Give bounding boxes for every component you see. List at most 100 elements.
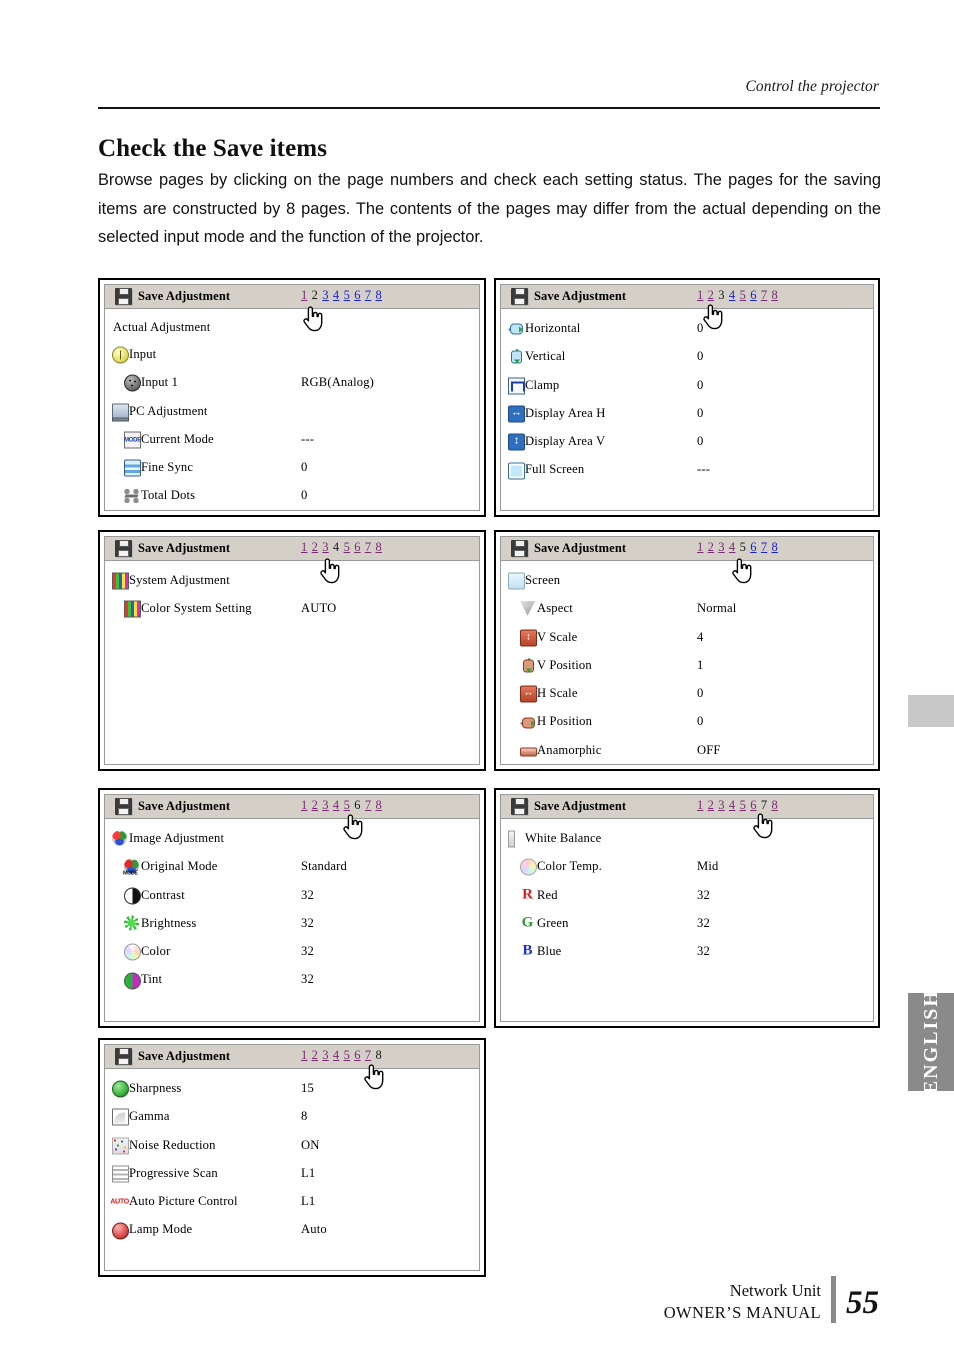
pager-link-5[interactable]: 5 xyxy=(740,288,746,302)
setting-value: OFF xyxy=(697,742,721,757)
pager-link-2[interactable]: 2 xyxy=(312,798,318,812)
pager-link-1[interactable]: 1 xyxy=(697,540,703,554)
setting-label: Display Area H xyxy=(525,405,606,420)
pager-link-4[interactable]: 4 xyxy=(333,1048,339,1062)
settings-list: Sharpness 15 Gamma 8 Noise Reduction ON Progre… xyxy=(105,1069,479,1244)
pager-link-6[interactable]: 6 xyxy=(750,540,756,554)
pager-link-1[interactable]: 1 xyxy=(301,798,307,812)
panel-header: Save Adjustment 1 2 3 4 5 6 7 8 xyxy=(501,285,873,309)
setting-label: Screen xyxy=(525,573,561,587)
pager-link-6[interactable]: 6 xyxy=(750,798,756,812)
brightness-icon xyxy=(124,915,139,931)
pager-link-1[interactable]: 1 xyxy=(301,288,307,302)
pager-link-4[interactable]: 4 xyxy=(729,288,735,302)
setting-value: Normal xyxy=(697,601,737,616)
setting-label: V Position xyxy=(537,657,592,672)
setting-label: White Balance xyxy=(525,831,602,845)
panel-body: Save Adjustment 1 2 3 4 5 6 7 8 Sharpness 15 Gamma 8… xyxy=(104,1044,480,1271)
pager-link-5[interactable]: 5 xyxy=(344,798,350,812)
setting-row: Image Adjustment xyxy=(105,824,479,852)
red-letter-icon: R xyxy=(522,886,533,903)
setting-label: Brightness xyxy=(141,915,197,930)
pager-link-7[interactable]: 7 xyxy=(761,288,767,302)
setting-label: Current Mode xyxy=(141,431,214,446)
pager-link-5[interactable]: 5 xyxy=(740,798,746,812)
mode-icon: MODE xyxy=(124,431,141,449)
pager-link-3[interactable]: 3 xyxy=(322,288,328,302)
setting-label: Clamp xyxy=(525,377,560,392)
panel-page-5: Save Adjustment 1 2 3 4 5 6 7 8 Screen Aspect Norma… xyxy=(494,530,880,771)
panel-page-2: Save Adjustment 1 2 3 4 5 6 7 8 Actual Adjustment… xyxy=(98,278,486,517)
setting-row: Progressive Scan L1 xyxy=(105,1159,479,1187)
pager-link-5[interactable]: 5 xyxy=(344,540,350,554)
setting-value: 0 xyxy=(697,321,704,335)
setting-label: Input xyxy=(129,347,157,361)
pager-link-3[interactable]: 3 xyxy=(322,540,328,554)
pager-link-7[interactable]: 7 xyxy=(365,540,371,554)
setting-value: 32 xyxy=(301,887,314,902)
pager-link-1[interactable]: 1 xyxy=(697,798,703,812)
pager-link-1[interactable]: 1 xyxy=(301,1048,307,1062)
aspect-icon xyxy=(520,600,535,616)
pager-link-5[interactable]: 5 xyxy=(344,288,350,302)
screen-icon xyxy=(508,572,525,590)
noise-reduction-icon xyxy=(112,1137,129,1155)
display-area-h-icon xyxy=(508,405,525,423)
panel-page-3: Save Adjustment 1 2 3 4 5 6 7 8 Horizontal 0 Vertic… xyxy=(494,278,880,517)
pager-link-8[interactable]: 8 xyxy=(771,288,777,302)
clamp-icon xyxy=(508,377,525,395)
setting-value: 32 xyxy=(697,915,710,930)
setting-row: Clamp 0 xyxy=(501,371,873,399)
display-area-v-icon xyxy=(508,433,525,451)
progressive-scan-icon xyxy=(112,1165,129,1183)
pager-link-2[interactable]: 2 xyxy=(312,1048,318,1062)
pager-link-6[interactable]: 6 xyxy=(750,288,756,302)
pager-link-3[interactable]: 3 xyxy=(322,798,328,812)
pager-link-3[interactable]: 3 xyxy=(322,1048,328,1062)
pager-link-3[interactable]: 3 xyxy=(718,798,724,812)
pager-link-8[interactable]: 8 xyxy=(375,540,381,554)
setting-row: Display Area V 0 xyxy=(501,427,873,455)
pager-link-1[interactable]: 1 xyxy=(697,288,703,302)
pager-link-8[interactable]: 8 xyxy=(375,288,381,302)
pager-link-4[interactable]: 4 xyxy=(333,798,339,812)
intro-paragraph: Browse pages by clicking on the page num… xyxy=(98,171,881,246)
v-position-icon xyxy=(520,657,535,673)
pager-link-6[interactable]: 6 xyxy=(354,540,360,554)
panel-header: Save Adjustment 1 2 3 4 5 6 7 8 xyxy=(501,537,873,561)
pager-link-6[interactable]: 6 xyxy=(354,1048,360,1062)
setting-value: --- xyxy=(697,462,711,477)
setting-row: PC Adjustment xyxy=(105,397,479,425)
pager-link-2[interactable]: 2 xyxy=(708,798,714,812)
pager-link-2[interactable]: 2 xyxy=(312,540,318,554)
pager-link-4[interactable]: 4 xyxy=(729,540,735,554)
pager-link-4[interactable]: 4 xyxy=(729,798,735,812)
pager-link-8: 8 xyxy=(375,1048,382,1062)
pager-link-5: 5 xyxy=(739,540,747,554)
pager-link-7[interactable]: 7 xyxy=(365,798,371,812)
pager-link-3[interactable]: 3 xyxy=(718,540,724,554)
pager-link-2[interactable]: 2 xyxy=(708,540,714,554)
sharpness-icon xyxy=(112,1080,129,1098)
pager-link-6[interactable]: 6 xyxy=(354,288,360,302)
pager-link-7[interactable]: 7 xyxy=(761,540,767,554)
pager-link-8[interactable]: 8 xyxy=(375,798,381,812)
pager-link-8[interactable]: 8 xyxy=(771,540,777,554)
page-title: Check the Save items xyxy=(98,134,328,162)
side-tab-marker xyxy=(908,695,954,727)
pager-link-5[interactable]: 5 xyxy=(344,1048,350,1062)
setting-label: Input 1 xyxy=(141,375,179,390)
setting-row: Input xyxy=(105,340,479,368)
pager-link-4[interactable]: 4 xyxy=(333,288,339,302)
setting-value: 32 xyxy=(697,944,710,959)
pager-link-7[interactable]: 7 xyxy=(365,1048,371,1062)
pager-link-7[interactable]: 7 xyxy=(365,288,371,302)
color-wheel-icon xyxy=(124,943,141,961)
settings-list: Horizontal0Vertical0Clamp0Display Area H… xyxy=(501,309,873,484)
color-bars-icon xyxy=(124,600,141,618)
setting-value: 32 xyxy=(301,972,314,987)
pager-link-2[interactable]: 2 xyxy=(708,288,714,302)
pager-link-1[interactable]: 1 xyxy=(301,540,307,554)
setting-label: Full Screen xyxy=(525,462,585,477)
pager-link-8[interactable]: 8 xyxy=(771,798,777,812)
